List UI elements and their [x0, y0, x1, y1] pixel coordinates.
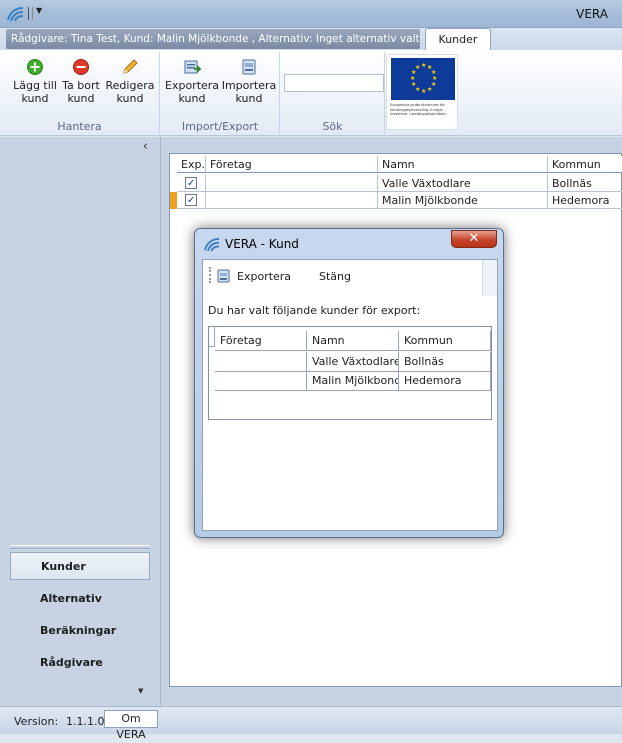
- cell-foretag[interactable]: [206, 192, 378, 209]
- row-marker: [170, 175, 177, 192]
- version-label: Version:: [14, 715, 59, 728]
- dialog-message: Du har valt följande kunder för export:: [208, 304, 421, 317]
- dialog-title: VERA - Kund: [225, 237, 299, 251]
- dialog-close-text-button[interactable]: Stäng: [319, 270, 351, 283]
- export-checkbox[interactable]: [185, 175, 197, 191]
- export-checkbox[interactable]: [185, 192, 197, 208]
- cell-namn[interactable]: Malin Mjölkbonde: [378, 192, 548, 209]
- import-customer-label: Importera kund: [221, 79, 277, 105]
- export-dialog: VERA - Kund ✕ Exportera Stäng Du har val…: [194, 228, 504, 538]
- nav-item-alternativ[interactable]: Alternativ: [10, 585, 150, 613]
- export-customer-button[interactable]: Exportera kund: [165, 58, 219, 105]
- export-icon: [184, 60, 201, 74]
- navigation-pane: ‹ Kunder Alternativ Beräkningar Rådgivar…: [0, 137, 161, 706]
- cell-kommun[interactable]: Bollnäs: [548, 175, 622, 192]
- cell-foretag[interactable]: [215, 371, 307, 391]
- collapse-chevron-icon[interactable]: ‹: [143, 139, 148, 154]
- eu-caption: Europeiska jordbruksfonden för landsbygd…: [390, 103, 447, 116]
- ribbon: Lägg till kund Ta bort kund Redigera kun…: [0, 50, 622, 136]
- tab-kunder[interactable]: Kunder: [425, 28, 491, 51]
- group-caption-sok: Sök: [322, 120, 343, 133]
- column-header-kommun[interactable]: Kommun: [399, 331, 491, 351]
- dialog-body: Exportera Stäng Du har valt följande kun…: [202, 259, 498, 531]
- about-button[interactable]: Om VERA: [104, 710, 158, 741]
- cell-namn[interactable]: Malin Mjölkbonde: [307, 371, 399, 391]
- add-icon: [27, 59, 43, 75]
- cell-namn[interactable]: Valle Växtodlare: [378, 175, 548, 192]
- status-bar: Version: 1.1.1.0 Om VERA: [0, 706, 622, 741]
- window-title: VERA: [576, 7, 608, 21]
- cell-kommun[interactable]: Bollnäs: [399, 352, 491, 372]
- title-bar: ▼ VERA: [0, 0, 622, 28]
- search-input[interactable]: [284, 74, 384, 92]
- nav-item-radgivare[interactable]: Rådgivare: [10, 649, 150, 677]
- import-icon: [242, 59, 256, 75]
- column-header-foretag[interactable]: Företag: [215, 331, 307, 351]
- svg-text:★: ★: [421, 88, 426, 95]
- cell-foretag[interactable]: [206, 175, 378, 192]
- current-row-marker: [170, 192, 177, 209]
- svg-text:★: ★: [411, 81, 416, 88]
- group-caption-import-export: Import/Export: [181, 120, 259, 133]
- edit-customer-button[interactable]: Redigera kund: [104, 58, 156, 105]
- quick-access-dropdown-icon[interactable]: ▼: [36, 6, 42, 15]
- vera-logo-icon: [204, 237, 220, 252]
- svg-text:★: ★: [410, 75, 415, 82]
- svg-text:★: ★: [421, 62, 426, 69]
- nav-item-kunder[interactable]: Kunder: [10, 552, 150, 580]
- import-customer-button[interactable]: Importera kund: [221, 58, 277, 105]
- eu-logo: ★ ★ ★ ★ ★ ★ ★ ★ ★ ★ ★ ★ Europeiska jordbruksfonde…: [386, 54, 458, 130]
- remove-customer-button[interactable]: Ta bort kund: [60, 58, 102, 105]
- nav-item-berakningar[interactable]: Beräkningar: [10, 617, 150, 645]
- quick-access-separator: [28, 7, 33, 20]
- toolbar-overflow-scroll[interactable]: [482, 260, 497, 296]
- cell-kommun[interactable]: Hedemora: [548, 192, 622, 209]
- nav-splitter[interactable]: [10, 545, 150, 549]
- context-label: Rådgivare: Tina Test, Kund: Malin Mjölkb…: [6, 29, 420, 49]
- column-header-exp[interactable]: Exp.: [177, 156, 206, 173]
- export-customer-label: Exportera kund: [165, 79, 220, 105]
- edit-customer-label: Redigera kund: [105, 79, 155, 105]
- ribbon-group-sok: Sök: [281, 52, 385, 134]
- column-header-namn[interactable]: Namn: [378, 156, 548, 173]
- column-header-foretag[interactable]: Företag: [206, 156, 378, 173]
- svg-text:★: ★: [427, 86, 432, 93]
- ribbon-group-hantera: Lägg till kund Ta bort kund Redigera kun…: [0, 52, 160, 134]
- vera-logo-icon: [7, 7, 24, 22]
- column-header-kommun[interactable]: Kommun: [548, 156, 622, 173]
- cell-foretag[interactable]: [215, 352, 307, 372]
- pencil-icon: [123, 59, 138, 74]
- export-checkbox-cell[interactable]: [177, 175, 206, 192]
- cell-namn[interactable]: Valle Växtodlare: [307, 352, 399, 372]
- column-header-namn[interactable]: Namn: [307, 331, 399, 351]
- ribbon-group-import-export: Exportera kund Importera kund Import/Exp…: [161, 52, 280, 134]
- svg-text:★: ★: [415, 64, 420, 71]
- version-value: 1.1.1.0: [66, 715, 105, 728]
- export-grid: Företag Namn Kommun Valle Växtodlare Bol…: [208, 326, 492, 420]
- context-bar: Rådgivare: Tina Test, Kund: Malin Mjölkb…: [0, 28, 622, 51]
- nav-scroll-down-icon[interactable]: ▼: [138, 687, 143, 695]
- add-customer-button[interactable]: Lägg till kund: [10, 58, 60, 105]
- export-checkbox-cell[interactable]: [177, 192, 206, 209]
- remove-customer-label: Ta bort kund: [62, 79, 100, 105]
- eu-flag-icon: ★ ★★★ ★★★★ ★★★★: [391, 58, 455, 100]
- dialog-close-button[interactable]: ✕: [451, 230, 497, 248]
- cell-kommun[interactable]: Hedemora: [399, 371, 491, 391]
- add-customer-label: Lägg till kund: [13, 79, 57, 105]
- dialog-export-button[interactable]: Exportera: [217, 270, 291, 283]
- toolbar-grip[interactable]: [209, 267, 211, 283]
- group-caption-hantera: Hantera: [57, 120, 102, 133]
- remove-icon: [73, 59, 89, 75]
